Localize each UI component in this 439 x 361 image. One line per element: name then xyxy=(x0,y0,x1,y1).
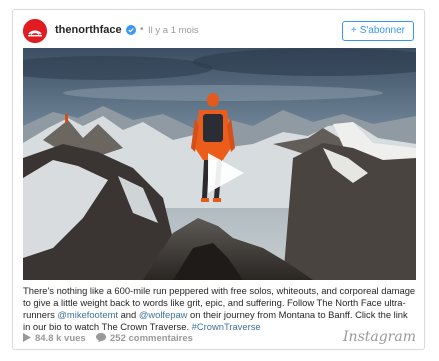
play-icon[interactable] xyxy=(206,151,246,195)
mention-wolfepaw-link[interactable]: @wolfepaw xyxy=(139,309,188,320)
avatar[interactable] xyxy=(23,19,47,43)
hashtag-crowntraverse-link[interactable]: #CrownTraverse xyxy=(192,321,261,332)
post-caption: There's nothing like a 600-mile run pepp… xyxy=(23,285,416,333)
comment-bubble-icon xyxy=(96,333,106,342)
post-footer: 84.8 k vues 252 commentaires Instagram xyxy=(23,329,416,347)
follow-button-label: S'abonner xyxy=(359,25,405,36)
caption-text: and xyxy=(117,309,139,320)
username[interactable]: thenorthface xyxy=(55,24,122,36)
video-player[interactable] xyxy=(23,48,416,280)
comments-label: 252 commentaires xyxy=(110,333,193,344)
post-timestamp[interactable]: Il y a 1 mois xyxy=(148,25,199,36)
views-label: 84.8 k vues xyxy=(35,333,86,344)
instagram-logo[interactable]: Instagram xyxy=(343,329,416,345)
follow-button[interactable]: + S'abonner xyxy=(341,21,414,41)
separator-dot: • xyxy=(140,24,144,35)
verified-badge-icon xyxy=(126,25,136,35)
instagram-embed-card: thenorthface • Il y a 1 mois +S'abonner xyxy=(12,9,425,350)
post-header: thenorthface • Il y a 1 mois + S'abonner xyxy=(23,19,414,43)
north-face-logo-icon xyxy=(23,19,47,43)
mention-mikefootemt-link[interactable]: @mikefootemt xyxy=(57,309,118,320)
plus-icon: + xyxy=(350,25,357,36)
comments-count: 252 commentaires xyxy=(96,333,193,344)
views-count: 84.8 k vues xyxy=(23,333,86,344)
play-small-icon xyxy=(23,333,31,342)
